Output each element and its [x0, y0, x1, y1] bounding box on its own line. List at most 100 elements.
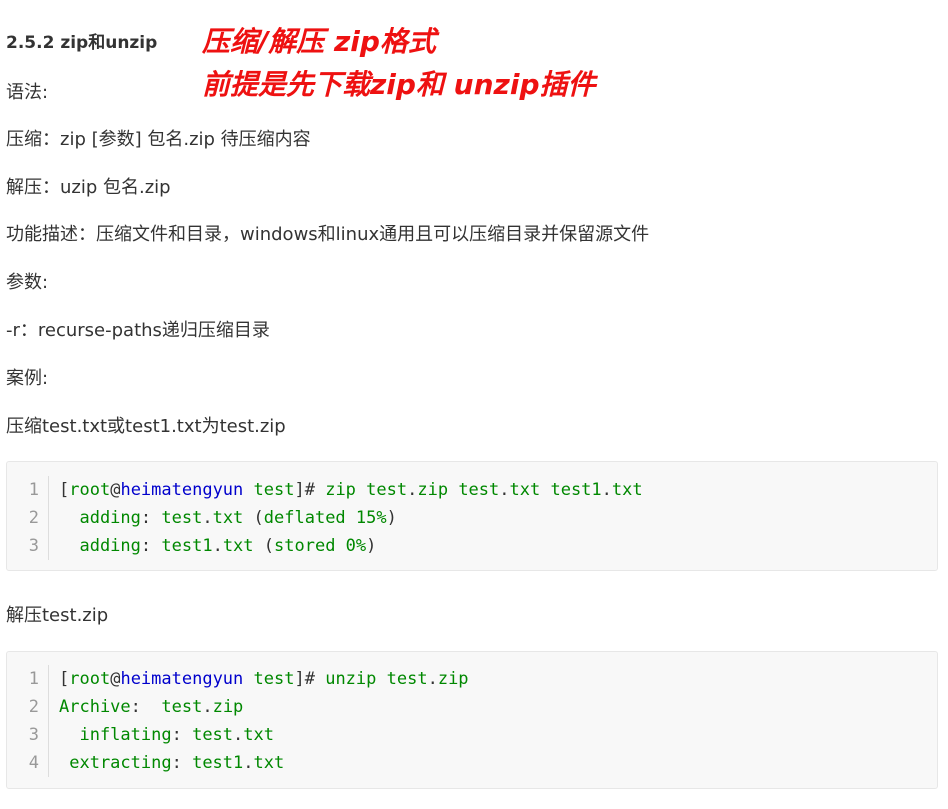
code-line: 1 [root@heimatengyun test]# unzip test.zi…	[7, 665, 937, 693]
code-token: txt	[509, 480, 551, 500]
code-token: heimatengyun	[120, 480, 244, 500]
code-token: .	[407, 480, 418, 500]
code-token: @	[110, 480, 121, 500]
line-number: 1	[28, 669, 39, 689]
code-token: extracting	[59, 753, 172, 773]
code-token: test1	[161, 536, 213, 556]
code-token: :	[171, 753, 193, 773]
code-token: ]#	[294, 669, 326, 689]
syntax-decompress: 解压：uzip 包名.zip	[6, 177, 171, 198]
code-token: test	[253, 669, 295, 689]
code-token: test	[253, 480, 295, 500]
gutter-divider	[48, 476, 49, 504]
section-heading: 2.5.2 zip和unzip	[6, 33, 158, 53]
code-lines: 1 [root@heimatengyun test]# unzip test.zi…	[7, 665, 937, 777]
code-token: test	[161, 508, 203, 528]
annotation-prerequisite: 前提是先下载zip和 unzip插件	[202, 68, 596, 101]
code-token: .	[212, 536, 223, 556]
example-compress-caption: 压缩test.txt或test1.txt为test.zip	[6, 416, 286, 437]
code-token: inflating	[59, 725, 172, 745]
code-text: Archive: test.zip	[59, 693, 243, 721]
code-lines: 1 [root@heimatengyun test]# zip test.zip …	[7, 476, 937, 560]
code-token: :	[140, 508, 162, 528]
code-line: 2 adding: test.txt (deflated 15%)	[7, 504, 937, 532]
syntax-compress: 压缩：zip [参数] 包名.zip 待压缩内容	[6, 129, 311, 150]
code-token: :	[130, 697, 162, 717]
code-block-zip: 1 [root@heimatengyun test]# zip test.zip …	[6, 461, 938, 571]
code-token: .	[233, 725, 244, 745]
code-token: )	[366, 536, 377, 556]
code-token: :	[171, 725, 193, 745]
annotation-format: 压缩/解压 zip格式	[202, 25, 436, 58]
code-token: adding	[59, 536, 141, 556]
code-token: zip	[437, 669, 469, 689]
code-token: :	[140, 536, 162, 556]
code-token: test	[161, 697, 203, 717]
syntax-label: 语法:	[6, 82, 49, 103]
code-token: )	[386, 508, 397, 528]
gutter-divider	[48, 721, 49, 749]
code-token: .	[601, 480, 612, 500]
code-token: test	[458, 480, 500, 500]
code-line: 3 inflating: test.txt	[7, 721, 937, 749]
function-description: 功能描述：压缩文件和目录，windows和linux通用且可以压缩目录并保留源文…	[6, 224, 650, 245]
code-token: .	[499, 480, 510, 500]
code-token: .	[243, 753, 254, 773]
code-token: .	[202, 697, 213, 717]
gutter-divider	[48, 749, 49, 777]
code-token: root	[69, 669, 111, 689]
code-token: test	[366, 480, 408, 500]
code-token: txt	[222, 536, 264, 556]
code-token: test	[386, 669, 428, 689]
code-token: @	[110, 669, 121, 689]
line-number: 4	[28, 753, 39, 773]
code-token: zip	[212, 697, 244, 717]
code-token: heimatengyun	[120, 669, 244, 689]
gutter-divider	[48, 693, 49, 721]
code-token: unzip	[325, 669, 387, 689]
code-token: txt	[611, 480, 643, 500]
line-number: 1	[28, 480, 39, 500]
code-text: [root@heimatengyun test]# zip test.zip t…	[59, 476, 643, 504]
code-token: (	[253, 508, 264, 528]
line-number: 2	[28, 508, 39, 528]
param-r: -r：recurse-paths递归压缩目录	[6, 320, 270, 341]
code-token: [	[59, 669, 70, 689]
code-token: ]#	[294, 480, 326, 500]
code-line: 2 Archive: test.zip	[7, 693, 937, 721]
code-token: .	[427, 669, 438, 689]
code-token: test	[192, 725, 234, 745]
code-token: stored 0%	[274, 536, 367, 556]
code-token: deflated 15%	[263, 508, 387, 528]
example-decompress-caption: 解压test.zip	[6, 605, 109, 626]
code-token: txt	[253, 753, 285, 773]
example-label: 案例:	[6, 368, 49, 389]
code-line: 3 adding: test1.txt (stored 0%)	[7, 532, 937, 560]
code-line: 4 extracting: test1.txt	[7, 749, 937, 777]
code-token: zip	[417, 480, 459, 500]
code-token: root	[69, 480, 111, 500]
gutter-divider	[48, 504, 49, 532]
code-token: Archive	[59, 697, 131, 717]
code-token: (	[263, 536, 275, 556]
code-token: txt	[243, 725, 274, 745]
code-text: adding: test.txt (deflated 15%)	[59, 504, 397, 532]
code-token: test1	[550, 480, 602, 500]
code-block-unzip: 1 [root@heimatengyun test]# unzip test.zi…	[6, 651, 938, 789]
code-token: .	[202, 508, 213, 528]
gutter-divider	[48, 532, 49, 560]
code-text: [root@heimatengyun test]# unzip test.zip	[59, 665, 469, 693]
gutter-divider	[48, 665, 49, 693]
line-number: 3	[28, 536, 39, 556]
code-token: txt	[212, 508, 254, 528]
code-token: adding	[59, 508, 141, 528]
code-token: zip	[325, 480, 367, 500]
code-text: extracting: test1.txt	[59, 749, 284, 777]
code-token: test1	[192, 753, 244, 773]
line-number: 2	[28, 697, 39, 717]
code-text: inflating: test.txt	[59, 721, 274, 749]
line-number: 3	[28, 725, 39, 745]
code-token: [	[59, 480, 70, 500]
